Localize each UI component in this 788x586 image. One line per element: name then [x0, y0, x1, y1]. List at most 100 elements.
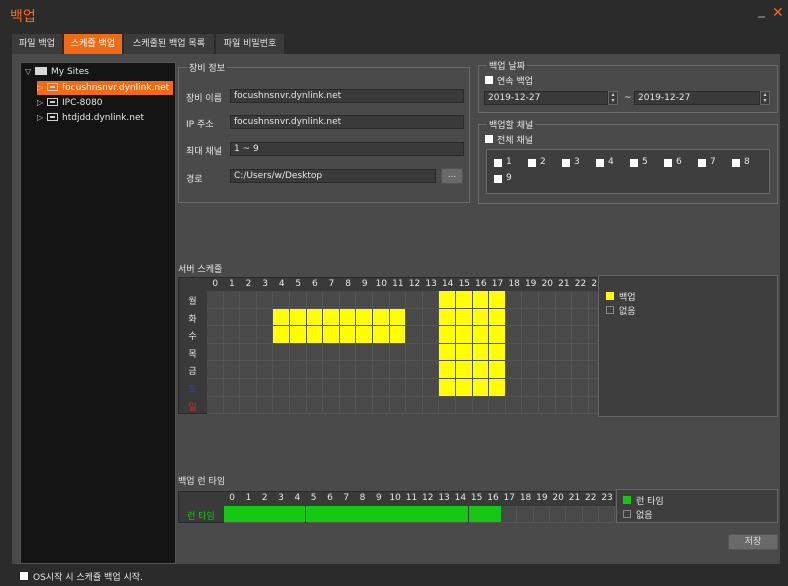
- schedule-cell[interactable]: [339, 343, 357, 362]
- schedule-cell[interactable]: [306, 326, 324, 344]
- schedule-cell[interactable]: [256, 361, 274, 379]
- schedule-cell[interactable]: [356, 361, 373, 379]
- schedule-cell[interactable]: [389, 379, 407, 397]
- channel-checkbox[interactable]: [562, 159, 570, 167]
- tree-item[interactable]: ▷ htdjdd.dynlink.net: [37, 111, 144, 125]
- schedule-cell[interactable]: [323, 326, 340, 344]
- runtime-cell[interactable]: [305, 506, 322, 523]
- schedule-cell[interactable]: [373, 379, 390, 397]
- schedule-cell[interactable]: [522, 308, 539, 327]
- schedule-cell[interactable]: [539, 326, 556, 344]
- schedule-cell[interactable]: [290, 308, 307, 327]
- schedule-cell[interactable]: [356, 343, 373, 362]
- schedule-cell[interactable]: [273, 326, 290, 344]
- runtime-cell[interactable]: [289, 506, 306, 523]
- runtime-cell[interactable]: [240, 506, 257, 523]
- schedule-cell[interactable]: [439, 343, 456, 362]
- schedule-cell[interactable]: [207, 361, 224, 379]
- schedule-cell[interactable]: [406, 291, 423, 309]
- schedule-cell[interactable]: [555, 379, 573, 397]
- tree-item[interactable]: ▷ IPC-8080: [37, 96, 103, 110]
- schedule-cell[interactable]: [323, 291, 340, 309]
- channel-checkbox[interactable]: [664, 159, 672, 167]
- schedule-cell[interactable]: [306, 361, 324, 379]
- schedule-cell[interactable]: [505, 379, 523, 397]
- schedule-cell[interactable]: [240, 308, 257, 327]
- runtime-cell[interactable]: [272, 506, 290, 523]
- schedule-cell[interactable]: [223, 291, 241, 309]
- schedule-cell[interactable]: [406, 326, 423, 344]
- runtime-cell[interactable]: [501, 506, 518, 523]
- schedule-cell[interactable]: [439, 361, 456, 379]
- schedule-cell[interactable]: [406, 361, 423, 379]
- schedule-cell[interactable]: [555, 308, 573, 327]
- schedule-cell[interactable]: [306, 291, 324, 309]
- schedule-cell[interactable]: [323, 379, 340, 397]
- schedule-cell[interactable]: [472, 396, 490, 415]
- schedule-cell[interactable]: [373, 291, 390, 309]
- schedule-cell[interactable]: [505, 291, 523, 309]
- schedule-cell[interactable]: [505, 396, 523, 415]
- schedule-cell[interactable]: [290, 343, 307, 362]
- runtime-cell[interactable]: [533, 506, 550, 523]
- max-channel-field[interactable]: 1 ~ 9: [230, 142, 464, 156]
- schedule-cell[interactable]: [472, 343, 490, 362]
- minimize-icon[interactable]: _: [758, 2, 765, 18]
- schedule-cell[interactable]: [422, 343, 440, 362]
- runtime-cell[interactable]: [484, 506, 502, 523]
- schedule-cell[interactable]: [373, 396, 390, 415]
- all-channels-checkbox[interactable]: [485, 135, 493, 143]
- end-date-field[interactable]: 2019-12-27: [634, 91, 760, 105]
- schedule-cell[interactable]: [522, 379, 539, 397]
- schedule-cell[interactable]: [240, 291, 257, 309]
- tree-root[interactable]: ▽ My Sites: [25, 65, 89, 79]
- runtime-cell[interactable]: [566, 506, 583, 523]
- schedule-cell[interactable]: [306, 379, 324, 397]
- schedule-cell[interactable]: [422, 379, 440, 397]
- runtime-cell[interactable]: [435, 506, 453, 523]
- schedule-cell[interactable]: [256, 379, 274, 397]
- schedule-cell[interactable]: [522, 396, 539, 415]
- schedule-cell[interactable]: [505, 343, 523, 362]
- schedule-cell[interactable]: [522, 291, 539, 309]
- schedule-cell[interactable]: [406, 396, 423, 415]
- channel-checkbox[interactable]: [596, 159, 604, 167]
- schedule-cell[interactable]: [389, 308, 407, 327]
- schedule-cell[interactable]: [323, 308, 340, 327]
- schedule-cell[interactable]: [207, 326, 224, 344]
- tree-item[interactable]: ▷ focushnsnvr.dynlink.net: [37, 81, 174, 95]
- schedule-cell[interactable]: [456, 343, 473, 362]
- schedule-cell[interactable]: [273, 361, 290, 379]
- schedule-cell[interactable]: [539, 343, 556, 362]
- autostart-checkbox[interactable]: [20, 572, 28, 580]
- schedule-cell[interactable]: [522, 326, 539, 344]
- schedule-cell[interactable]: [290, 396, 307, 415]
- schedule-cell[interactable]: [323, 361, 340, 379]
- schedule-cell[interactable]: [456, 326, 473, 344]
- expand-triangle-icon[interactable]: ▽: [25, 65, 35, 79]
- schedule-cell[interactable]: [456, 308, 473, 327]
- schedule-cell[interactable]: [489, 361, 506, 379]
- schedule-cell[interactable]: [256, 343, 274, 362]
- schedule-cell[interactable]: [439, 396, 456, 415]
- schedule-cell[interactable]: [439, 308, 456, 327]
- schedule-cell[interactable]: [339, 361, 357, 379]
- schedule-cell[interactable]: [256, 291, 274, 309]
- schedule-cell[interactable]: [207, 379, 224, 397]
- schedule-cell[interactable]: [489, 308, 506, 327]
- schedule-cell[interactable]: [489, 343, 506, 362]
- close-icon[interactable]: ✕: [772, 5, 784, 21]
- schedule-cell[interactable]: [339, 308, 357, 327]
- schedule-cell[interactable]: [572, 379, 589, 397]
- schedule-cell[interactable]: [273, 343, 290, 362]
- schedule-cell[interactable]: [439, 326, 456, 344]
- schedule-cell[interactable]: [373, 361, 390, 379]
- runtime-cell[interactable]: [452, 506, 469, 523]
- start-date-field[interactable]: 2019-12-27: [484, 91, 608, 105]
- runtime-cell[interactable]: [582, 506, 599, 523]
- schedule-cell[interactable]: [406, 343, 423, 362]
- schedule-cell[interactable]: [207, 396, 224, 415]
- schedule-cell[interactable]: [223, 396, 241, 415]
- schedule-cell[interactable]: [223, 361, 241, 379]
- schedule-cell[interactable]: [290, 291, 307, 309]
